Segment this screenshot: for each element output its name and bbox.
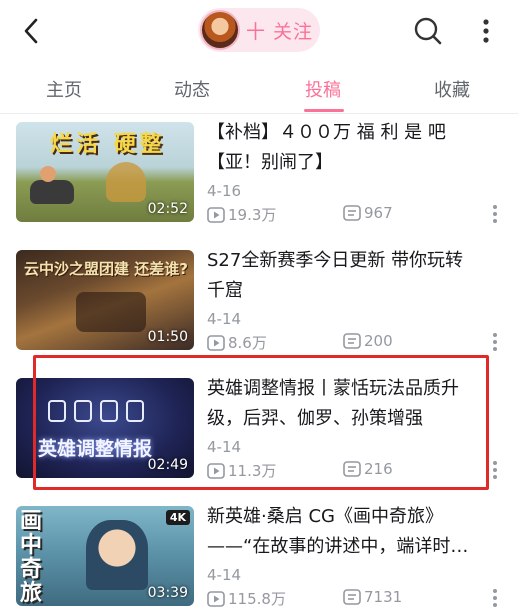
video-thumbnail[interactable]: 云中沙之盟团建 还差谁? 01:50 (16, 250, 194, 350)
video-item[interactable]: 云中沙之盟团建 还差谁? 01:50 S27全新赛季今日更新 带你玩转 千窟 4… (0, 242, 518, 370)
play-icon (207, 463, 225, 479)
tab-favorites[interactable]: 收藏 (434, 76, 470, 102)
comment-count: 200 (343, 332, 393, 350)
active-tab-indicator (304, 109, 344, 112)
follow-label: 十 关注 (246, 21, 314, 43)
character-figure (40, 166, 56, 182)
video-more-icon[interactable] (490, 332, 500, 352)
video-duration: 01:50 (147, 329, 188, 345)
video-date: 4-16 (207, 182, 242, 200)
play-count: 115.8万 (207, 588, 286, 609)
play-icon (207, 591, 225, 607)
scooter-figure (30, 180, 74, 204)
video-thumbnail[interactable]: 英雄调整情报 02:49 (16, 378, 194, 478)
comment-icon (343, 589, 361, 605)
play-count: 11.3万 (207, 460, 276, 481)
thumbnail-text: 画中奇旅 (20, 509, 43, 606)
video-title[interactable]: 新英雄·桑启 CG《画中奇旅》 ——“在故事的讲述中，端详时… (207, 502, 497, 562)
comment-count: 967 (343, 204, 393, 222)
video-date: 4-14 (207, 310, 242, 328)
hero-icons-row (48, 400, 158, 426)
play-count: 19.3万 (207, 204, 276, 225)
comment-icon (343, 205, 361, 221)
tab-uploads[interactable]: 投稿 (305, 76, 341, 102)
tab-dynamics[interactable]: 动态 (174, 76, 210, 102)
comment-icon (343, 461, 361, 477)
avatar[interactable] (200, 10, 240, 50)
comment-count: 7131 (343, 588, 402, 606)
video-date: 4-14 (207, 438, 242, 456)
search-icon[interactable] (413, 16, 443, 46)
video-more-icon[interactable] (490, 204, 500, 224)
thumbnail-text: 英雄调整情报 (38, 438, 153, 460)
characters-group (76, 292, 146, 332)
character-figure (86, 520, 148, 590)
video-duration: 02:49 (147, 457, 188, 473)
video-item[interactable]: 烂活 硬整 02:52 【补档】４００万 福 利 是 吧 【亚！别闹了】 4-1… (0, 114, 518, 242)
thumbnail-text: 云中沙之盟团建 还差谁? (24, 260, 188, 278)
tab-home[interactable]: 主页 (46, 76, 82, 102)
comment-icon (343, 333, 361, 349)
video-title[interactable]: S27全新赛季今日更新 带你玩转 千窟 (207, 246, 497, 306)
chevron-left-icon[interactable] (20, 17, 44, 45)
video-title[interactable]: 英雄调整情报丨蒙恬玩法品质升 级，后羿、伽罗、孙策增强 (207, 374, 497, 434)
video-more-icon[interactable] (490, 588, 500, 608)
character-figure (106, 162, 146, 202)
video-item[interactable]: 画中奇旅 4K 03:39 新英雄·桑启 CG《画中奇旅》 ——“在故事的讲述中… (0, 498, 518, 611)
play-icon (207, 207, 225, 223)
play-icon (207, 335, 225, 351)
follow-button[interactable]: 十 关注 (198, 8, 320, 52)
play-count: 8.6万 (207, 332, 267, 353)
more-vertical-icon[interactable] (478, 15, 494, 47)
profile-tabs: 主页 动态 投稿 收藏 (0, 62, 518, 114)
video-duration: 03:39 (147, 585, 188, 601)
4k-badge: 4K (165, 510, 190, 525)
video-title[interactable]: 【补档】４００万 福 利 是 吧 【亚！别闹了】 (207, 118, 497, 178)
video-item[interactable]: 英雄调整情报 02:49 英雄调整情报丨蒙恬玩法品质升 级，后羿、伽罗、孙策增强… (0, 370, 518, 498)
video-duration: 02:52 (147, 201, 188, 217)
video-thumbnail[interactable]: 画中奇旅 4K 03:39 (16, 506, 194, 606)
thumbnail-text: 烂活 硬整 (50, 132, 166, 157)
video-date: 4-14 (207, 566, 242, 584)
video-thumbnail[interactable]: 烂活 硬整 02:52 (16, 122, 194, 222)
video-more-icon[interactable] (490, 460, 500, 480)
comment-count: 216 (343, 460, 393, 478)
top-bar: 十 关注 (0, 0, 518, 62)
